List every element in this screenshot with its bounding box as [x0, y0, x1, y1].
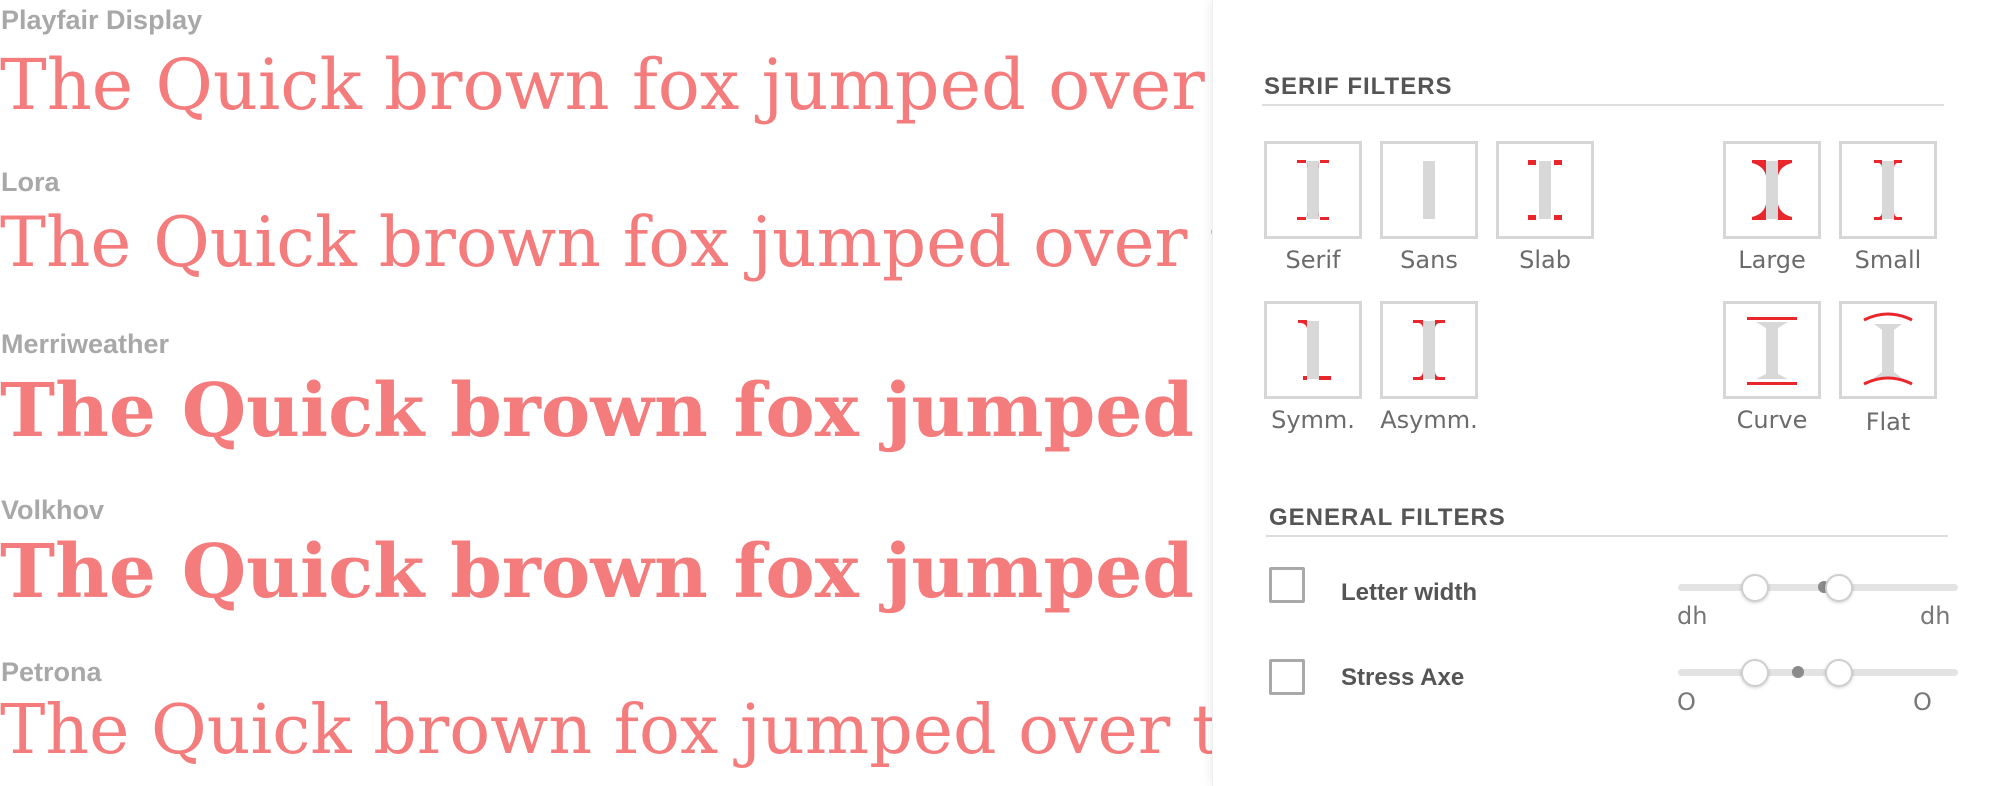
serif-filter-flat[interactable] [1839, 301, 1937, 399]
tile-label: Symm. [1271, 406, 1355, 434]
serif-filter-asymmetric[interactable] [1380, 301, 1478, 399]
tile-label: Curve [1736, 406, 1808, 434]
serif-filter-large[interactable] [1723, 141, 1821, 239]
font-name: Merriweather [1, 329, 170, 359]
tile-label: Large [1738, 246, 1806, 274]
stress-axe-min-label: O [1677, 688, 1696, 716]
font-name: Petrona [1, 657, 102, 687]
letter-width-slider-track[interactable] [1678, 574, 1958, 602]
letter-width-checkbox[interactable] [1269, 567, 1305, 603]
font-sample-text: The Quick brown fox jumped over the lazy… [0, 44, 1215, 126]
tile-label: Flat [1865, 408, 1911, 436]
serif-filter-small[interactable] [1839, 141, 1937, 239]
serif-filters-title: SERIF FILTERS [1264, 73, 1453, 100]
serif-filter-symmetric[interactable] [1264, 301, 1362, 399]
font-name: Playfair Display [1, 5, 203, 35]
font-sample-text: The Quick brown fox jumped over the lazy… [0, 203, 1215, 283]
symmetric-serif-icon [1298, 320, 1331, 380]
font-sample-list: Playfair Display The Quick brown fox jum… [0, 0, 1215, 786]
general-filters-title: GENERAL FILTERS [1269, 504, 1506, 531]
large-serif-icon [1752, 160, 1792, 220]
letter-width-label: Letter width [1341, 579, 1477, 606]
stress-axe-slider-max-handle[interactable] [1824, 659, 1853, 687]
flat-serif-icon [1863, 312, 1913, 386]
tile-label: Serif [1285, 246, 1341, 274]
letter-width-min-label: dh [1677, 602, 1708, 630]
serif-filter-curve[interactable] [1723, 301, 1821, 399]
letter-width-slider-min-handle[interactable] [1740, 574, 1769, 602]
serif-filter-serif[interactable] [1264, 141, 1362, 239]
serif-filters-divider [1262, 104, 1944, 106]
font-name: Volkhov [1, 495, 105, 525]
stress-axe-label: Stress Axe [1341, 664, 1465, 691]
font-sample-text: The Quick brown fox jumped over the lazy… [0, 529, 1215, 615]
font-sample-text: The Quick brown fox jumped over the lazy… [0, 368, 1215, 454]
slab-icon [1528, 160, 1562, 220]
font-sample-text: The Quick brown fox jumped over the lazy… [0, 691, 1215, 770]
tile-label: Slab [1519, 246, 1571, 274]
small-serif-icon [1874, 160, 1902, 220]
tile-label: Sans [1400, 246, 1458, 274]
filter-panel: SERIF FILTERS Serif Sans Slab Large Smal… [1212, 0, 1994, 786]
serif-filter-sans[interactable] [1380, 141, 1478, 239]
stress-axe-slider-marker [1792, 666, 1805, 678]
serif-filter-slab[interactable] [1496, 141, 1594, 239]
stress-axe-max-label: O [1913, 688, 1932, 716]
curve-serif-icon [1747, 317, 1797, 385]
stress-axe-slider-track[interactable] [1678, 659, 1958, 687]
letter-width-max-label: dh [1920, 602, 1951, 630]
letter-width-slider-max-handle[interactable] [1824, 574, 1853, 602]
general-filters-divider [1266, 535, 1948, 537]
font-name: Lora [1, 167, 60, 197]
stress-axe-slider-min-handle[interactable] [1740, 659, 1769, 687]
sans-icon [1423, 161, 1435, 219]
tile-label: Asymm. [1380, 406, 1478, 434]
stress-axe-checkbox[interactable] [1269, 659, 1305, 695]
tile-label: Small [1854, 246, 1922, 274]
asymmetric-serif-icon [1413, 320, 1445, 380]
serif-icon [1297, 160, 1329, 220]
